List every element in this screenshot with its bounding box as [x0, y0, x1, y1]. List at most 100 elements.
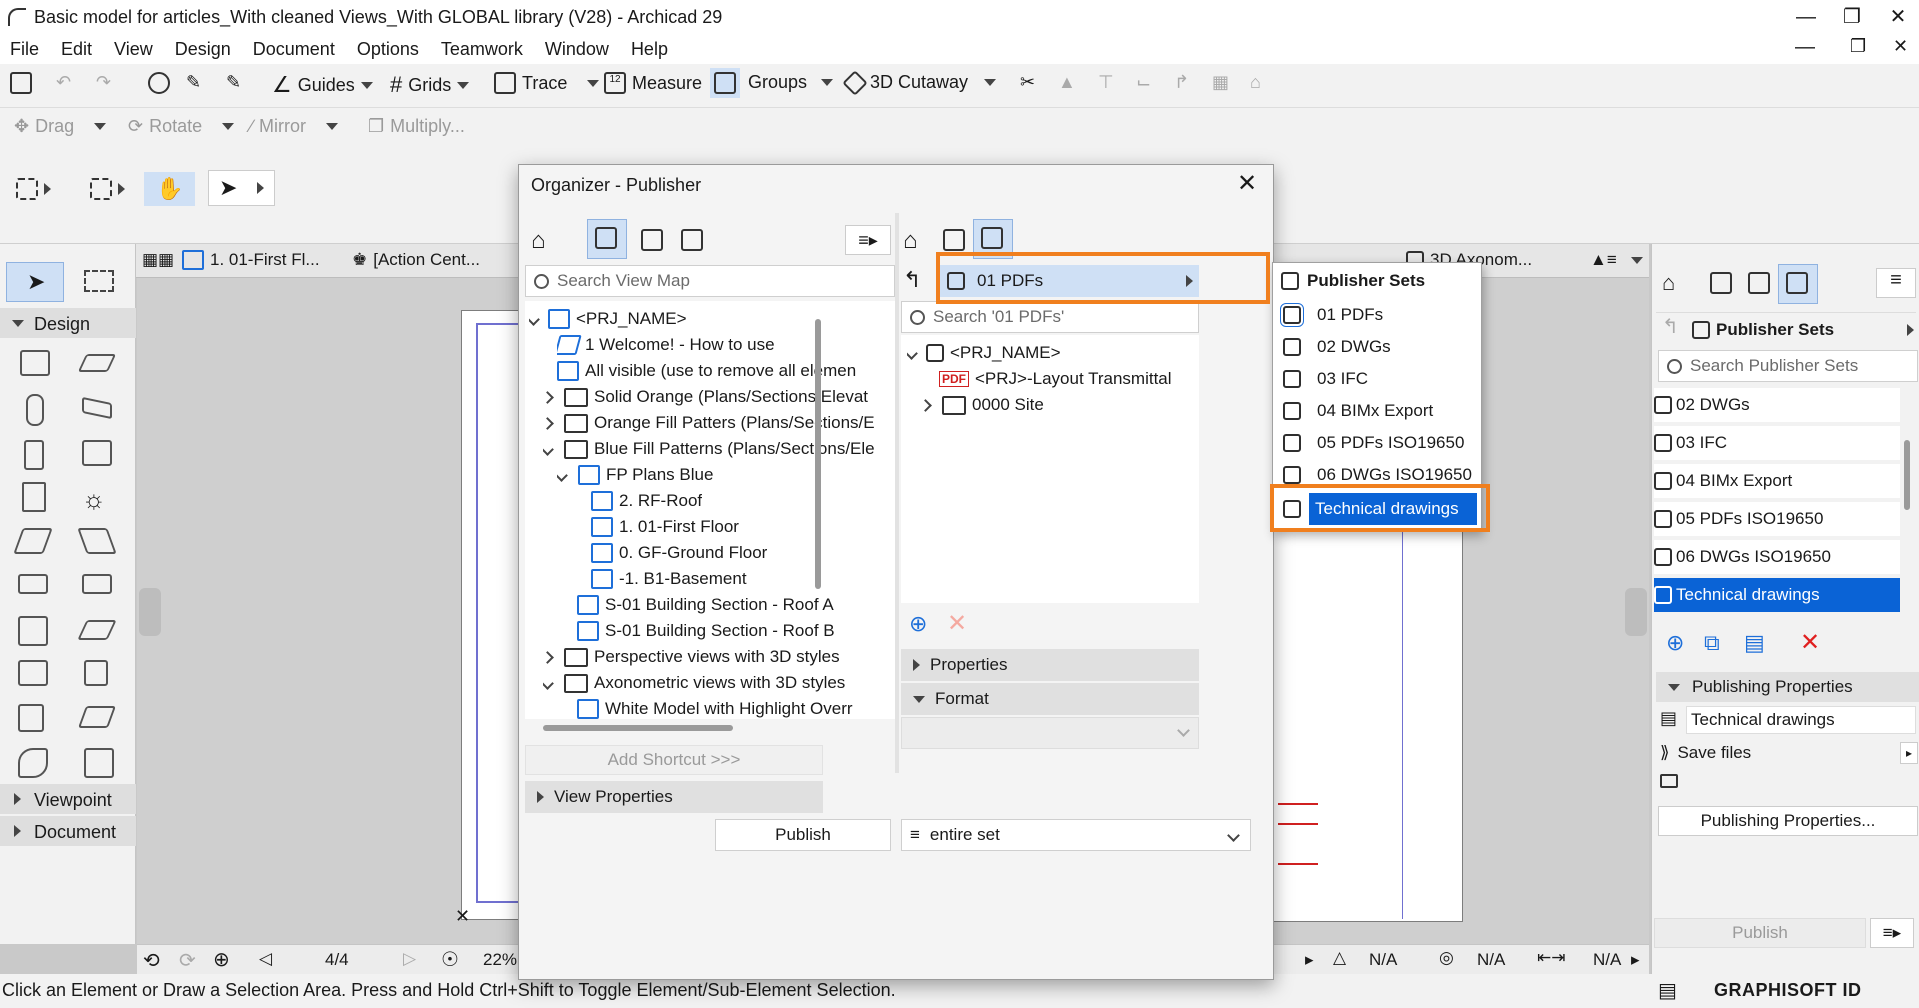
pen-set-value[interactable]: N/A: [1369, 950, 1397, 970]
layout-book-tab2-icon[interactable]: [943, 229, 965, 251]
view-map-menu-icon[interactable]: ≡▸: [845, 225, 891, 255]
delete-item-icon[interactable]: ✕: [947, 609, 967, 638]
door-tool[interactable]: [24, 440, 44, 470]
3d-cutaway-button[interactable]: 3D Cutaway: [842, 69, 997, 96]
project-map-icon[interactable]: ⌂: [1662, 270, 1675, 296]
fill-tool[interactable]: [77, 706, 117, 728]
view-map-icon[interactable]: [1710, 272, 1732, 294]
view-map-tab-icon[interactable]: [587, 219, 627, 259]
pick-up-parameters-icon[interactable]: ✎: [186, 72, 201, 93]
menu-set-03-ifc[interactable]: 03 IFC: [1277, 363, 1477, 395]
tree-row-white-model[interactable]: White Model with Highlight Overr: [577, 693, 853, 719]
menu-teamwork[interactable]: Teamwork: [441, 39, 523, 60]
tab-first-floor[interactable]: 1. 01-First Fl...: [182, 250, 320, 270]
fillet-icon[interactable]: ↱: [1174, 72, 1189, 93]
menu-window[interactable]: Window: [545, 39, 609, 60]
save-files-arrow-icon[interactable]: ▸: [1900, 742, 1918, 764]
explode-icon[interactable]: ▦: [1212, 72, 1229, 93]
menu-document[interactable]: Document: [253, 39, 335, 60]
redo-view-icon[interactable]: ⟳: [179, 948, 196, 973]
properties-header[interactable]: Properties: [901, 649, 1199, 681]
view-map-search[interactable]: Search View Map: [525, 265, 895, 297]
morph-tool[interactable]: [77, 620, 117, 640]
new-set-icon[interactable]: ⊕: [1666, 630, 1684, 656]
save-files-row[interactable]: ⟫ Save files ▸: [1660, 738, 1918, 768]
view-map-hscrollbar[interactable]: [543, 725, 733, 731]
tab-menu-icon[interactable]: ▲≡: [1590, 250, 1643, 270]
elevate-icon[interactable]: ⊤: [1098, 72, 1114, 93]
viewpoint-header[interactable]: Viewpoint: [0, 784, 136, 814]
marquee-tool[interactable]: [84, 270, 114, 292]
project-map-tab-icon[interactable]: ⌂: [531, 227, 546, 255]
zoom-in-icon[interactable]: ⊕: [213, 947, 230, 972]
menu-file[interactable]: File: [10, 39, 39, 60]
equipment-tool[interactable]: [84, 748, 114, 778]
set-settings-icon[interactable]: ▤: [1744, 630, 1765, 656]
adjust-icon[interactable]: ▲: [1058, 72, 1076, 93]
arrow-tool-icon[interactable]: ➤: [208, 170, 276, 206]
menu-set-02-dwgs[interactable]: 02 DWGs: [1277, 331, 1477, 363]
organizer-close-icon[interactable]: ✕: [1237, 169, 1257, 198]
intersect-icon[interactable]: ⌙: [1136, 72, 1151, 93]
close-window-button[interactable]: ✕: [1875, 0, 1919, 34]
undo-icon[interactable]: ↶: [56, 72, 71, 93]
stair-tool[interactable]: [18, 574, 48, 594]
design-header[interactable]: Design: [0, 308, 136, 338]
project-map-tab2-icon[interactable]: ⌂: [903, 227, 918, 255]
panel-publish-options-icon[interactable]: ≡▸: [1870, 918, 1914, 948]
format-dropdown[interactable]: [901, 717, 1199, 749]
redo-icon[interactable]: ↷: [96, 72, 111, 93]
skin-tool[interactable]: [18, 704, 44, 732]
up-arrow-icon[interactable]: ↰: [903, 267, 921, 293]
panel-scrollbar[interactable]: [1904, 440, 1910, 510]
monitor-icon[interactable]: ▤: [1658, 978, 1677, 1003]
tab-action-center[interactable]: ♚ [Action Cent...: [352, 250, 480, 270]
panel-up-icon[interactable]: ↰: [1662, 314, 1679, 339]
arrow-select-tool[interactable]: ➤: [6, 262, 64, 302]
scope-dropdown[interactable]: ≡ entire set: [901, 819, 1251, 851]
doc-close-button[interactable]: ✕: [1893, 36, 1908, 57]
menu-options[interactable]: Options: [357, 39, 419, 60]
grids-button[interactable]: # Grids: [390, 72, 470, 98]
zoom-level[interactable]: 22%: [483, 950, 517, 970]
new-folder-icon[interactable]: ⊕: [909, 611, 927, 637]
graphisoft-id[interactable]: GRAPHISOFT ID: [1714, 980, 1862, 1001]
panel-set-04-bimx[interactable]: 04 BIMx Export: [1654, 464, 1900, 498]
set-name-field[interactable]: Technical drawings: [1686, 706, 1916, 734]
mirror-button[interactable]: ∕ Mirror: [250, 116, 339, 137]
tab-overview-icon[interactable]: ▦▦: [142, 250, 174, 270]
panel-set-02-dwgs[interactable]: 02 DWGs: [1654, 388, 1900, 422]
publisher-tab-icon[interactable]: [681, 229, 703, 251]
menu-design[interactable]: Design: [175, 39, 231, 60]
beam-tool[interactable]: [82, 396, 112, 420]
add-shortcut-button[interactable]: Add Shortcut >>>: [525, 745, 823, 775]
panel-set-technical-drawings[interactable]: Technical drawings: [1654, 578, 1900, 612]
menu-help[interactable]: Help: [631, 39, 668, 60]
publish-button[interactable]: Publish: [715, 819, 891, 851]
delete-set-icon[interactable]: ✕: [1800, 628, 1820, 657]
menu-view[interactable]: View: [114, 39, 153, 60]
doc-restore-button[interactable]: ❐: [1850, 36, 1866, 57]
menu-set-05-pdfs-iso[interactable]: 05 PDFs ISO19650: [1277, 427, 1477, 459]
marquee-icon[interactable]: [90, 178, 125, 200]
next-page-icon[interactable]: ▷: [403, 949, 416, 969]
right-scroll-handle[interactable]: [1625, 588, 1647, 636]
set-tree-site[interactable]: 0000 Site: [921, 389, 1044, 421]
publisher-set-search[interactable]: Search '01 PDFs': [901, 301, 1199, 333]
menu-edit[interactable]: Edit: [61, 39, 92, 60]
panel-menu-icon[interactable]: ≡: [1876, 268, 1916, 298]
panel-set-05-pdfs-iso[interactable]: 05 PDFs ISO19650: [1654, 502, 1900, 536]
left-scroll-handle[interactable]: [139, 588, 161, 636]
publisher-sets-selector[interactable]: Publisher Sets: [1692, 314, 1918, 346]
zone-tool[interactable]: [84, 660, 108, 686]
publisher-sets-tab-icon[interactable]: [1778, 264, 1818, 304]
publishing-properties-button[interactable]: Publishing Properties...: [1658, 806, 1918, 836]
shell-tool[interactable]: [77, 528, 117, 554]
object-tool[interactable]: [22, 482, 46, 512]
window-tool[interactable]: [82, 440, 112, 466]
pane-divider[interactable]: [895, 213, 899, 773]
lamp-tool[interactable]: ☼: [82, 484, 106, 515]
hand-icon[interactable]: ✋: [144, 172, 196, 206]
undo-view-icon[interactable]: ⟲: [143, 948, 160, 973]
find-select-icon[interactable]: [148, 72, 170, 94]
